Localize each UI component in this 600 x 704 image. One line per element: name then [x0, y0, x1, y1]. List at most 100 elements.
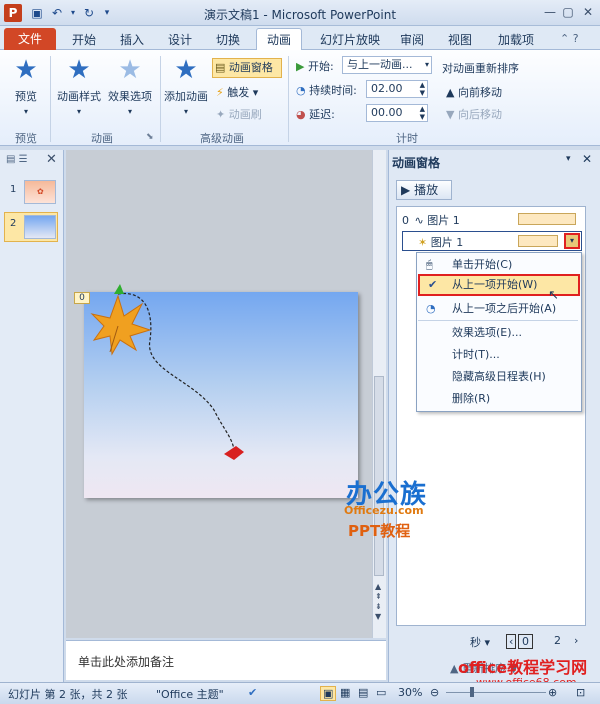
normal-view-icon[interactable]: ▣ [320, 686, 337, 701]
ribbon-separator [50, 56, 51, 142]
move-later-button[interactable]: ▼ 向后移动 [446, 106, 502, 122]
reading-view-icon[interactable]: ▤ [358, 686, 368, 699]
add-animation-button[interactable]: ★ 添加动画 ▾ [162, 56, 210, 117]
animation-item-label: 图片 1 [427, 214, 460, 227]
animation-pane-button[interactable]: ▤ 动画窗格 [212, 58, 282, 78]
clock-icon: ◔ [296, 84, 306, 97]
duration-label: ◔ 持续时间: [296, 82, 357, 98]
check-icon: ✔ [428, 278, 438, 291]
pane-close-icon[interactable]: ✕ [582, 152, 592, 166]
minimize-icon[interactable]: — [540, 3, 560, 21]
motion-path-icon: ∿ [414, 214, 424, 227]
ribbon-separator [160, 56, 161, 142]
painter-icon: ✦ [216, 108, 226, 121]
add-animation-icon: ★ [174, 55, 198, 85]
timing-bar[interactable] [518, 235, 558, 247]
tab-file[interactable]: 文件 [4, 28, 56, 50]
timeline-back-button[interactable]: ‹ [506, 634, 517, 649]
slide-thumbnail[interactable] [24, 215, 56, 239]
zoom-slider-thumb[interactable] [470, 687, 474, 697]
trigger-button[interactable]: ⚡ 触发 ▾ [216, 84, 258, 100]
maximize-icon[interactable]: ▢ [558, 3, 578, 21]
fit-window-icon[interactable]: ⊡ [576, 686, 585, 699]
effect-options-label: 效果选项 [108, 90, 152, 103]
arrow-up-icon: ▲ [446, 86, 455, 99]
dialog-launcher-icon[interactable]: ⬊ [146, 132, 154, 142]
play-icon: ▶ [296, 60, 305, 73]
start-select[interactable]: 与上一动画... ▾ [342, 56, 432, 74]
tab-home[interactable]: 开始 [64, 30, 104, 50]
animation-styles-button[interactable]: ★ 动画样式 ▾ [54, 56, 104, 117]
zoom-level[interactable]: 30% [398, 686, 422, 699]
tab-view[interactable]: 视图 [440, 30, 480, 50]
theme-name[interactable]: "Office 主题" [156, 686, 224, 702]
tab-insert[interactable]: 插入 [112, 30, 152, 50]
move-later-label: 向后移动 [457, 108, 502, 121]
delay-label: ◕ 延迟: [296, 106, 335, 122]
watermark-tutorial: PPT教程 [348, 522, 411, 540]
start-label: ▶ 开始: [296, 58, 334, 74]
path-start-icon [114, 284, 124, 294]
item-dropdown-button[interactable]: ▾ [564, 233, 580, 249]
zoom-in-icon[interactable]: ⊕ [548, 686, 557, 699]
watermark-url: Officezu.com [344, 504, 424, 517]
start-label-text: 开始: [307, 60, 334, 73]
slide-number: 2 [10, 218, 17, 229]
tab-design[interactable]: 设计 [160, 30, 200, 50]
help-collapse-icon[interactable]: ⌃ ? [560, 32, 579, 45]
tab-addins[interactable]: 加载项 [490, 30, 542, 50]
timeline-tick: 2 [554, 634, 561, 647]
tab-review[interactable]: 审阅 [392, 30, 432, 50]
effect-star-icon: ★ [118, 55, 142, 85]
slide-thumbnail[interactable]: ✿ [24, 180, 56, 204]
preview-label: 预览 [15, 90, 37, 103]
pane-menu-icon[interactable]: ▾ [566, 154, 571, 164]
duration-label-text: 持续时间: [309, 84, 357, 97]
slides-tab-icon[interactable]: ▤ ☰ [6, 154, 28, 165]
leaf-icon: ✿ [37, 187, 44, 196]
duration-stepper[interactable]: 02.00 ▲ ▼ [366, 80, 428, 98]
zoom-out-icon[interactable]: ⊖ [430, 686, 439, 699]
timeline-bar: 秒 ▾ ‹ 0 2 › [396, 634, 586, 652]
maple-leaf-icon[interactable] [90, 294, 152, 356]
timeline-unit[interactable]: 秒 ▾ [470, 634, 490, 650]
spellcheck-icon[interactable]: ✔ [248, 686, 257, 699]
play-label: 播放 [414, 183, 439, 197]
scroll-page-icons[interactable]: ▲ ⇞ ⇟ ▼ [375, 582, 382, 622]
animation-star-icon: ★ [67, 55, 91, 85]
preview-button[interactable]: ★ 预览 ▾ [6, 56, 46, 117]
menu-separator [418, 320, 578, 321]
lightning-icon: ⚡ [216, 86, 224, 99]
move-earlier-button[interactable]: ▲ 向前移动 [446, 84, 502, 100]
timing-bar[interactable] [518, 213, 576, 225]
animation-styles-label: 动画样式 [57, 90, 101, 103]
sparkle-icon: ✶ [418, 236, 428, 249]
tab-animations[interactable]: 动画 [256, 28, 302, 51]
slide-sorter-icon[interactable]: ▦ [340, 686, 350, 699]
clock-icon: ◔ [426, 302, 436, 315]
ribbon-separator [288, 56, 289, 142]
preview-star-icon: ★ [14, 55, 38, 85]
timeline-forward-button[interactable]: › [574, 634, 578, 647]
menu-item-label: 单击开始(C) [452, 258, 513, 271]
close-icon[interactable]: ✕ [578, 3, 598, 21]
play-button[interactable]: ▶ 播放 [396, 180, 452, 200]
group-preview-label: 预览 [15, 132, 37, 145]
slideshow-view-icon[interactable]: ▭ [376, 686, 386, 699]
trigger-label: 触发 [227, 86, 250, 99]
reorder-heading: 对动画重新排序 [442, 62, 519, 75]
menu-item-label: 从上一项开始(W) [452, 278, 538, 291]
tab-slideshow[interactable]: 幻灯片放映 [310, 30, 390, 50]
close-pane-icon[interactable]: ✕ [46, 152, 57, 167]
animation-painter-button[interactable]: ✦ 动画刷 [216, 106, 262, 122]
mouse-icon: 🖱 [426, 258, 433, 271]
animation-item[interactable]: ✶ 图片 1 [418, 234, 463, 250]
notes-placeholder: 单击此处添加备注 [78, 655, 175, 669]
group-timing-label: 计时 [396, 132, 418, 145]
tab-transitions[interactable]: 切换 [208, 30, 248, 50]
animation-item-number: 0 [402, 214, 409, 227]
timeline-start-tick: 0 [518, 634, 533, 649]
effect-options-button[interactable]: ★ 效果选项 ▾ [104, 56, 156, 117]
zoom-slider[interactable] [446, 692, 546, 693]
delay-stepper[interactable]: 00.00 ▲ ▼ [366, 104, 428, 122]
